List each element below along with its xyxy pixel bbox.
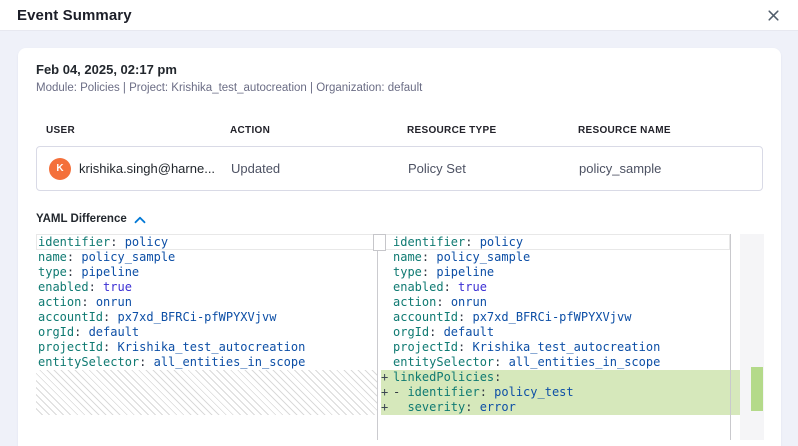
code-line: action: onrun — [36, 295, 377, 310]
code-line: action: onrun — [381, 295, 740, 310]
user-email: krishika.singh@harne... — [79, 161, 215, 176]
code-line: accountId: px7xd_BFRCi-pfWPYXVjvw — [381, 310, 740, 325]
action-value: Updated — [231, 161, 408, 176]
resource-type-value: Policy Set — [408, 161, 579, 176]
right-pane-edge — [730, 234, 731, 440]
diff-line-marker — [381, 355, 393, 370]
chevron-up-icon[interactable] — [134, 215, 146, 224]
left-pane-scrollbar[interactable] — [373, 234, 386, 251]
diff-right-pane[interactable]: identifier: policyname: policy_sampletyp… — [381, 234, 740, 440]
diff-line-marker: + — [381, 385, 393, 400]
column-header-resource-type: RESOURCE TYPE — [407, 125, 578, 136]
event-timestamp: Feb 04, 2025, 02:17 pm — [36, 62, 763, 77]
audit-table-header: USER ACTION RESOURCE TYPE RESOURCE NAME — [36, 125, 763, 136]
code-line: identifier: policy — [381, 235, 740, 250]
diff-line-marker: + — [381, 370, 393, 385]
diff-line-marker — [381, 340, 393, 355]
diff-line-marker — [381, 250, 393, 265]
code-line: identifier: policy — [36, 235, 377, 250]
added-change-marker — [751, 367, 763, 411]
audit-table-row: K krishika.singh@harne... Updated Policy… — [36, 146, 763, 191]
diff-added-line: +linkedPolicies: — [381, 370, 740, 385]
close-icon[interactable] — [765, 7, 781, 23]
diff-added-line: +- identifier: policy_test — [381, 385, 740, 400]
code-line: accountId: px7xd_BFRCi-pfWPYXVjvw — [36, 310, 377, 325]
code-line: name: policy_sample — [381, 250, 740, 265]
code-line: enabled: true — [381, 280, 740, 295]
code-line: orgId: default — [36, 325, 377, 340]
user-cell: K krishika.singh@harne... — [37, 158, 231, 180]
diff-left-pane[interactable]: identifier: policyname: policy_sampletyp… — [36, 234, 377, 440]
column-header-resource-name: RESOURCE NAME — [578, 125, 763, 136]
code-line: enabled: true — [36, 280, 377, 295]
code-line: entitySelector: all_entities_in_scope — [36, 355, 377, 370]
avatar: K — [49, 158, 71, 180]
diff-added-line: + severity: error — [381, 400, 740, 415]
diff-empty-placeholder — [36, 370, 377, 415]
column-header-user: USER — [36, 125, 230, 136]
yaml-diff-editor: identifier: policyname: policy_sampletyp… — [36, 234, 763, 440]
diff-line-marker: + — [381, 400, 393, 415]
diff-line-marker — [381, 325, 393, 340]
diff-line-marker — [381, 280, 393, 295]
code-line: projectId: Krishika_test_autocreation — [36, 340, 377, 355]
code-line: name: policy_sample — [36, 250, 377, 265]
code-line: orgId: default — [381, 325, 740, 340]
overview-ruler[interactable] — [740, 234, 764, 440]
modal-header: Event Summary — [0, 0, 798, 31]
diff-pane-divider — [377, 234, 378, 440]
code-line: type: pipeline — [381, 265, 740, 280]
code-line: entitySelector: all_entities_in_scope — [381, 355, 740, 370]
resource-name-value: policy_sample — [579, 161, 762, 176]
yaml-difference-label: YAML Difference — [36, 213, 127, 225]
code-line: type: pipeline — [36, 265, 377, 280]
diff-line-marker — [381, 265, 393, 280]
event-context: Module: Policies | Project: Krishika_tes… — [36, 82, 763, 94]
diff-line-marker — [381, 310, 393, 325]
event-card: Feb 04, 2025, 02:17 pm Module: Policies … — [18, 48, 781, 446]
page-title: Event Summary — [17, 7, 132, 24]
yaml-difference-section-header: YAML Difference — [36, 213, 763, 225]
code-line: projectId: Krishika_test_autocreation — [381, 340, 740, 355]
diff-line-marker — [381, 295, 393, 310]
event-summary-modal: Event Summary Feb 04, 2025, 02:17 pm Mod… — [0, 0, 798, 446]
column-header-action: ACTION — [230, 125, 407, 136]
